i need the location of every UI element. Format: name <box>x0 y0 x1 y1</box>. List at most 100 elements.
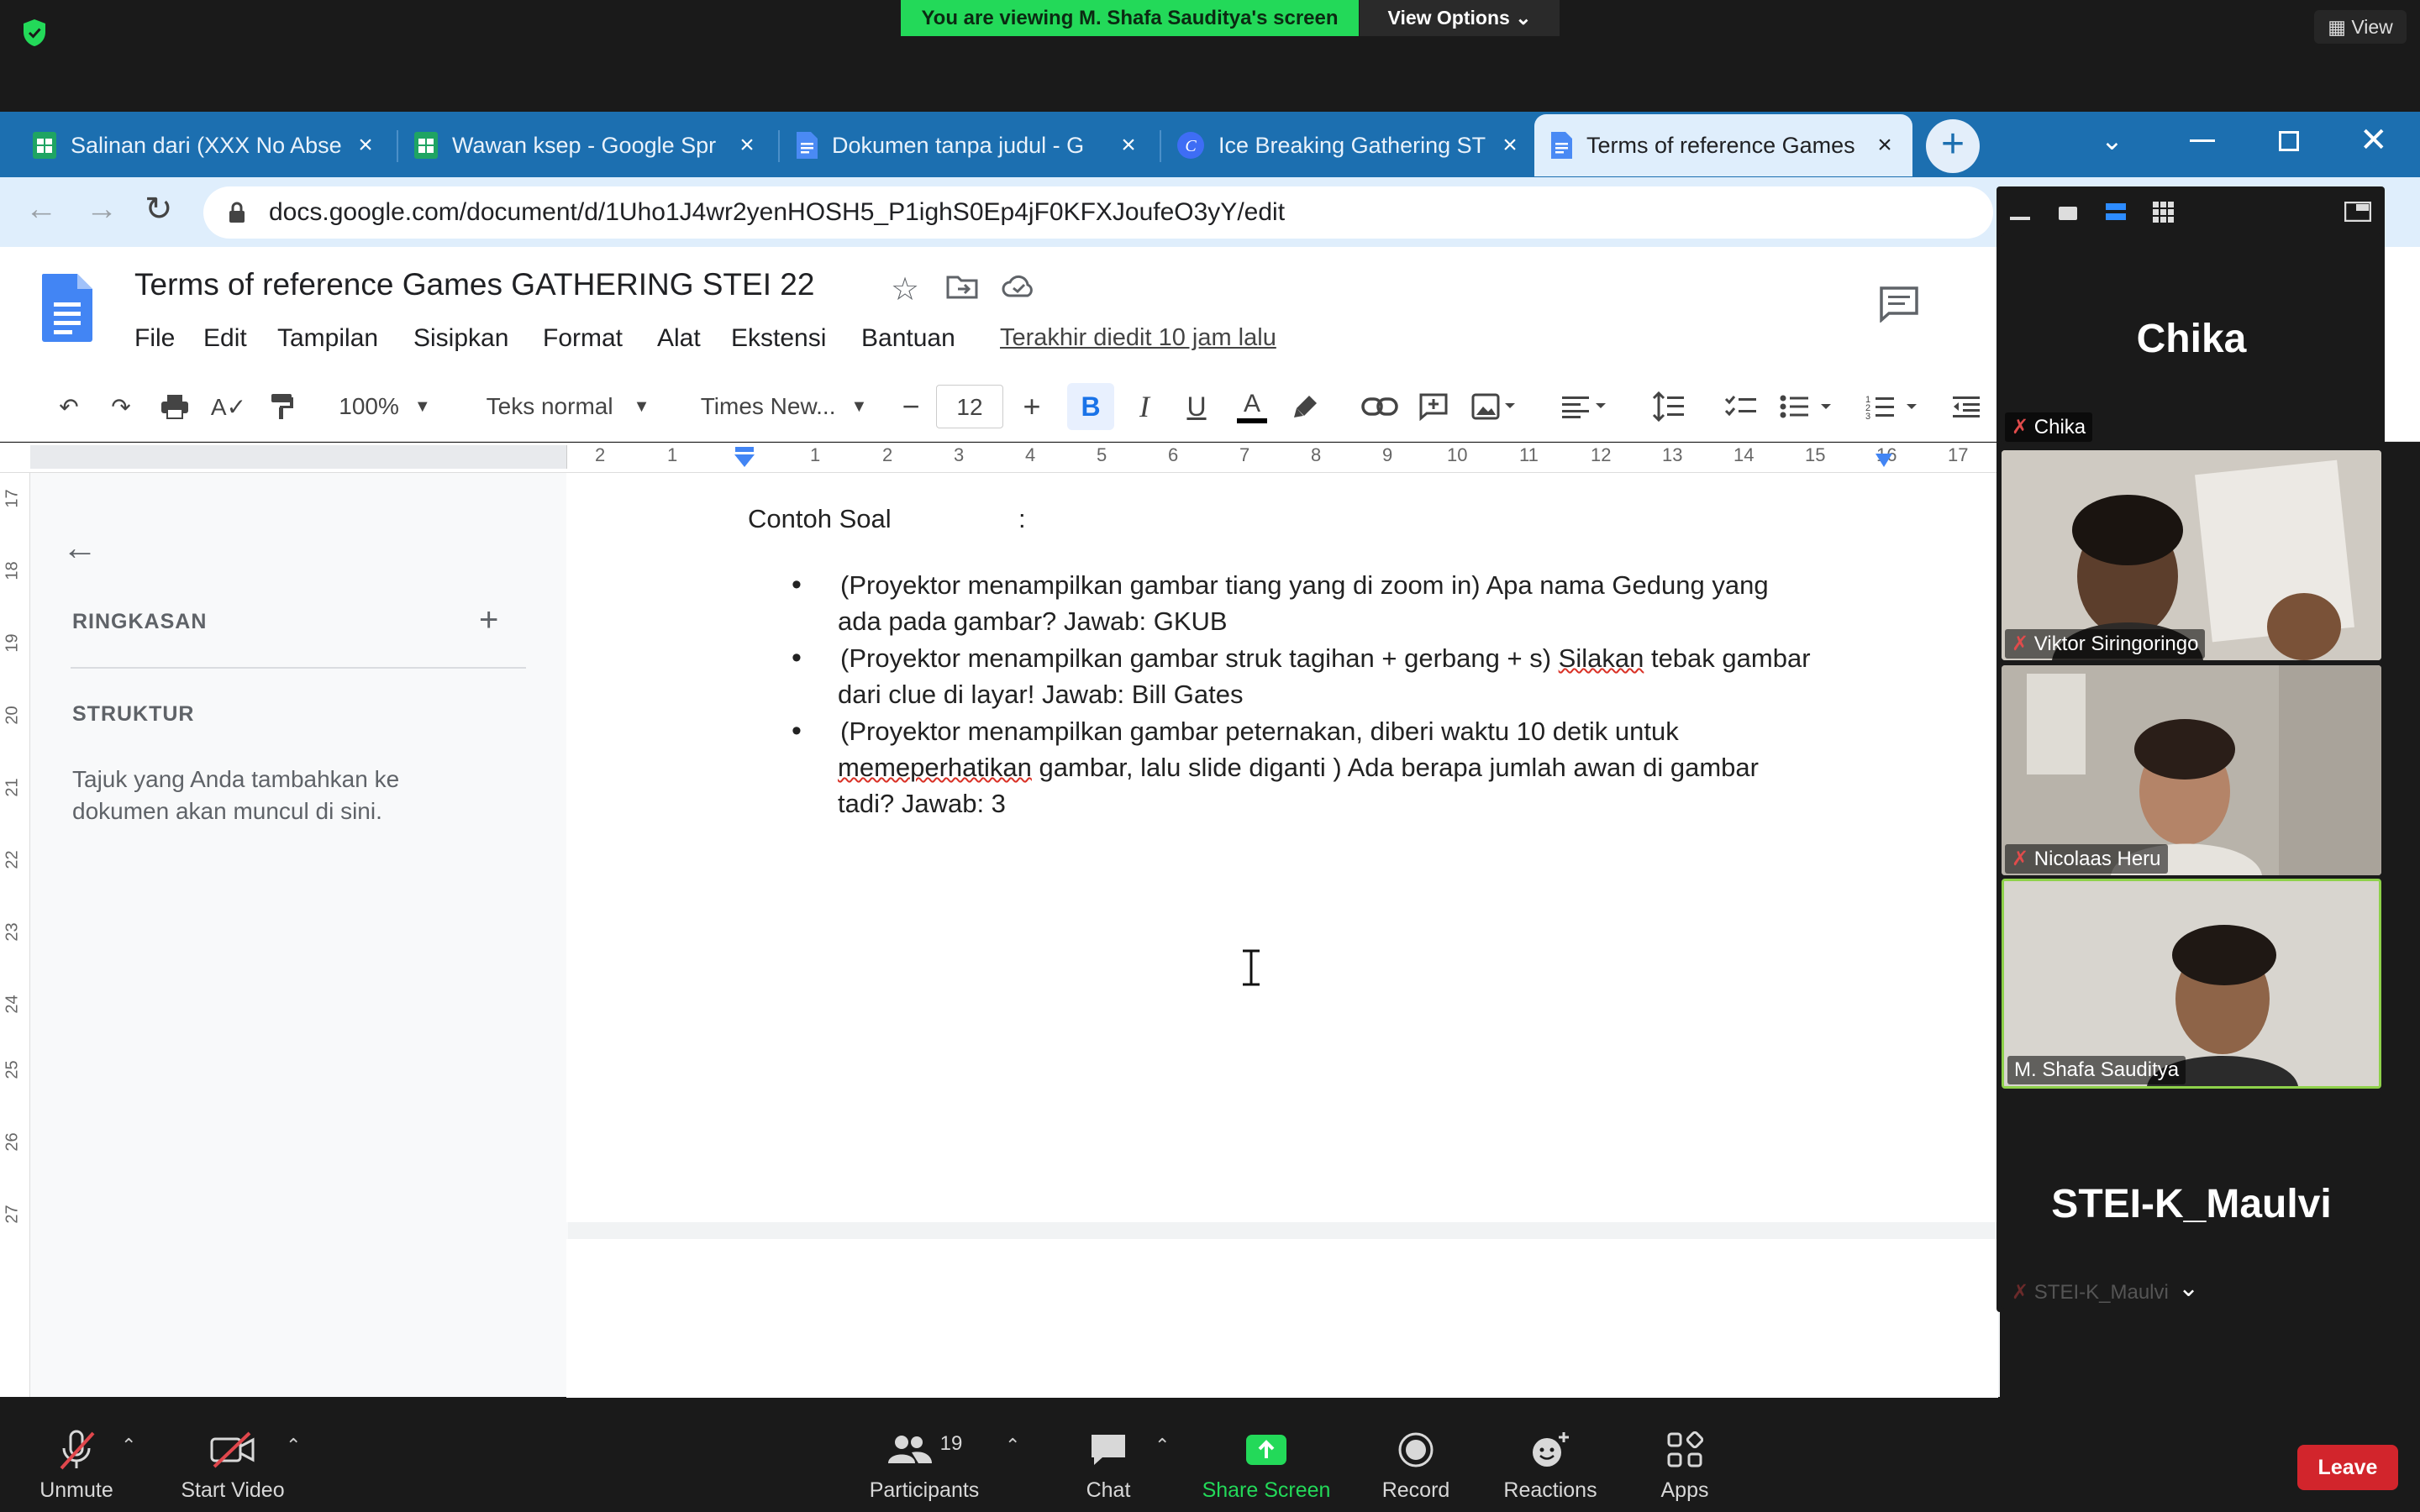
misspelled-word[interactable]: memeperhatikan <box>838 753 1032 782</box>
participant-tile[interactable]: Chika ✗ Chika <box>2002 234 2381 444</box>
style-select[interactable]: Teks normal ▼ <box>476 383 660 430</box>
view-options-button[interactable]: View Options ⌄ <box>1360 0 1560 36</box>
minimize-icon[interactable] <box>2190 139 2215 142</box>
link-icon[interactable] <box>1358 383 1402 430</box>
chevron-up-icon[interactable]: ⌃ <box>1155 1435 1170 1457</box>
menu-ekstensi[interactable]: Ekstensi <box>731 324 826 353</box>
muted-mic-icon: ✗ <box>2012 416 2034 438</box>
add-comment-icon[interactable] <box>1413 383 1454 430</box>
close-icon[interactable]: × <box>1116 131 1141 160</box>
share-screen-button[interactable]: Share Screen <box>1195 1428 1338 1503</box>
participants-button[interactable]: 19 Participants <box>854 1428 995 1503</box>
url-input[interactable]: docs.google.com/document/d/1Uho1J4wr2yen… <box>203 186 1993 239</box>
italic-button[interactable]: I <box>1124 383 1165 430</box>
star-icon[interactable]: ☆ <box>891 270 919 308</box>
document-title[interactable]: Terms of reference Games GATHERING STEI … <box>134 267 814 302</box>
gallery-view-icon[interactable] <box>2153 202 2175 223</box>
chevron-up-icon[interactable]: ⌃ <box>121 1435 136 1457</box>
ruler-number: 18 <box>3 561 22 580</box>
view-button[interactable]: ▦ View <box>2314 10 2407 44</box>
right-indent-marker-icon[interactable] <box>1874 452 1894 469</box>
close-window-icon[interactable]: ✕ <box>2360 121 2388 160</box>
ruler-number: 26 <box>3 1132 22 1152</box>
back-icon[interactable]: ← <box>25 192 57 228</box>
back-arrow-icon[interactable]: ← <box>62 528 97 568</box>
add-summary-icon[interactable]: + <box>479 601 498 639</box>
move-folder-icon[interactable] <box>946 274 978 299</box>
paint-format-icon[interactable] <box>262 383 302 430</box>
share-screen-label: Share Screen <box>1202 1478 1331 1502</box>
line-spacing-icon[interactable] <box>1647 383 1691 430</box>
chevron-down-icon[interactable]: ⌄ <box>2101 124 2123 156</box>
strip-view-icon[interactable] <box>2106 202 2126 222</box>
chevron-down-icon[interactable]: ⌄ <box>2178 1273 2199 1303</box>
restore-icon[interactable] <box>2279 131 2299 151</box>
reactions-button[interactable]: Reactions <box>1479 1428 1622 1503</box>
participant-big-name: Chika <box>2136 317 2247 361</box>
browser-tab[interactable]: Salinan dari (XXX No Abse × <box>17 114 393 176</box>
browser-tab[interactable]: Dokumen tanpa judul - G × <box>780 114 1156 176</box>
menu-edit[interactable]: Edit <box>203 324 247 353</box>
browser-tab[interactable]: Wawan ksep - Google Spr × <box>398 114 775 176</box>
bulleted-list-icon[interactable] <box>1775 383 1842 430</box>
speaker-view-icon[interactable] <box>2059 207 2077 220</box>
redo-icon[interactable]: ↷ <box>101 383 141 430</box>
checklist-icon[interactable] <box>1719 383 1763 430</box>
menu-format[interactable]: Format <box>543 324 623 353</box>
close-icon[interactable]: × <box>353 131 378 160</box>
apps-label: Apps <box>1660 1478 1709 1502</box>
shield-icon[interactable] <box>22 18 47 47</box>
undo-icon[interactable]: ↶ <box>49 383 89 430</box>
menu-tampilan[interactable]: Tampilan <box>277 324 378 353</box>
leave-button[interactable]: Leave <box>2297 1445 2398 1490</box>
docs-logo-icon[interactable] <box>40 272 94 343</box>
spellcheck-icon[interactable]: A✓ <box>208 383 249 430</box>
numbered-list-icon[interactable]: 123 <box>1860 383 1928 430</box>
reload-icon[interactable]: ↻ <box>145 190 173 228</box>
chevron-up-icon[interactable]: ⌃ <box>1005 1435 1020 1457</box>
insert-image-icon[interactable] <box>1467 383 1521 430</box>
font-size-input[interactable]: 12 <box>936 383 1003 430</box>
underline-button[interactable]: U <box>1176 383 1217 430</box>
highlight-icon[interactable] <box>1286 383 1326 430</box>
chevron-up-icon[interactable]: ⌃ <box>286 1435 301 1457</box>
outline-hint: Tajuk yang Anda tambahkan ke <box>72 766 400 792</box>
apps-button[interactable]: Apps <box>1613 1428 1756 1503</box>
comment-icon[interactable] <box>1879 286 1919 323</box>
browser-tab[interactable]: C Ice Breaking Gathering ST × <box>1161 114 1538 176</box>
indent-marker-icon[interactable] <box>733 447 756 469</box>
browser-tab-active[interactable]: Terms of reference Games × <box>1534 114 1912 176</box>
decrease-indent-icon[interactable] <box>1948 383 1985 430</box>
bold-button[interactable]: B <box>1067 383 1114 430</box>
close-icon[interactable]: × <box>734 131 760 160</box>
document-page[interactable] <box>566 1239 1998 1407</box>
participant-tile[interactable]: ✗ Nicolaas Heru <box>2002 665 2381 875</box>
menu-sisipkan[interactable]: Sisipkan <box>413 324 508 353</box>
misspelled-word[interactable]: Silakan <box>1559 643 1644 673</box>
pop-out-icon[interactable] <box>2344 202 2371 222</box>
menu-alat[interactable]: Alat <box>657 324 701 353</box>
lock-icon[interactable] <box>229 202 245 223</box>
new-tab-button[interactable]: + <box>1926 119 1980 173</box>
heading-colon: : <box>1018 504 1026 533</box>
print-icon[interactable] <box>155 383 195 430</box>
zoom-select[interactable]: 100% ▼ <box>334 383 435 430</box>
minimize-panel-icon[interactable] <box>2010 217 2030 220</box>
cloud-saved-icon[interactable] <box>1002 274 1035 299</box>
start-video-button[interactable]: Start Video <box>161 1428 304 1503</box>
last-edit-link[interactable]: Terakhir diedit 10 jam lalu <box>1000 324 1276 352</box>
font-select[interactable]: Times New... ▼ <box>696 383 872 430</box>
menu-file[interactable]: File <box>134 324 175 353</box>
align-icon[interactable] <box>1556 383 1615 430</box>
participant-tile-active-speaker[interactable]: M. Shafa Sauditya <box>2002 879 2381 1089</box>
increase-font-size-button[interactable]: + <box>1012 383 1052 430</box>
close-icon[interactable]: × <box>1497 131 1523 160</box>
participant-tile[interactable]: ✗ Viktor Siringoringo <box>2002 450 2381 660</box>
participant-tile[interactable]: STEI-K_Maulvi ✗ STEI-K_Maulvi ⌄ <box>2002 1092 2381 1309</box>
close-icon[interactable]: × <box>1872 131 1897 160</box>
menu-bantuan[interactable]: Bantuan <box>861 324 955 353</box>
text-color-button[interactable]: A <box>1230 383 1274 430</box>
decrease-font-size-button[interactable]: − <box>891 383 931 430</box>
record-button[interactable]: Record <box>1344 1428 1487 1503</box>
forward-icon[interactable]: → <box>86 192 118 228</box>
